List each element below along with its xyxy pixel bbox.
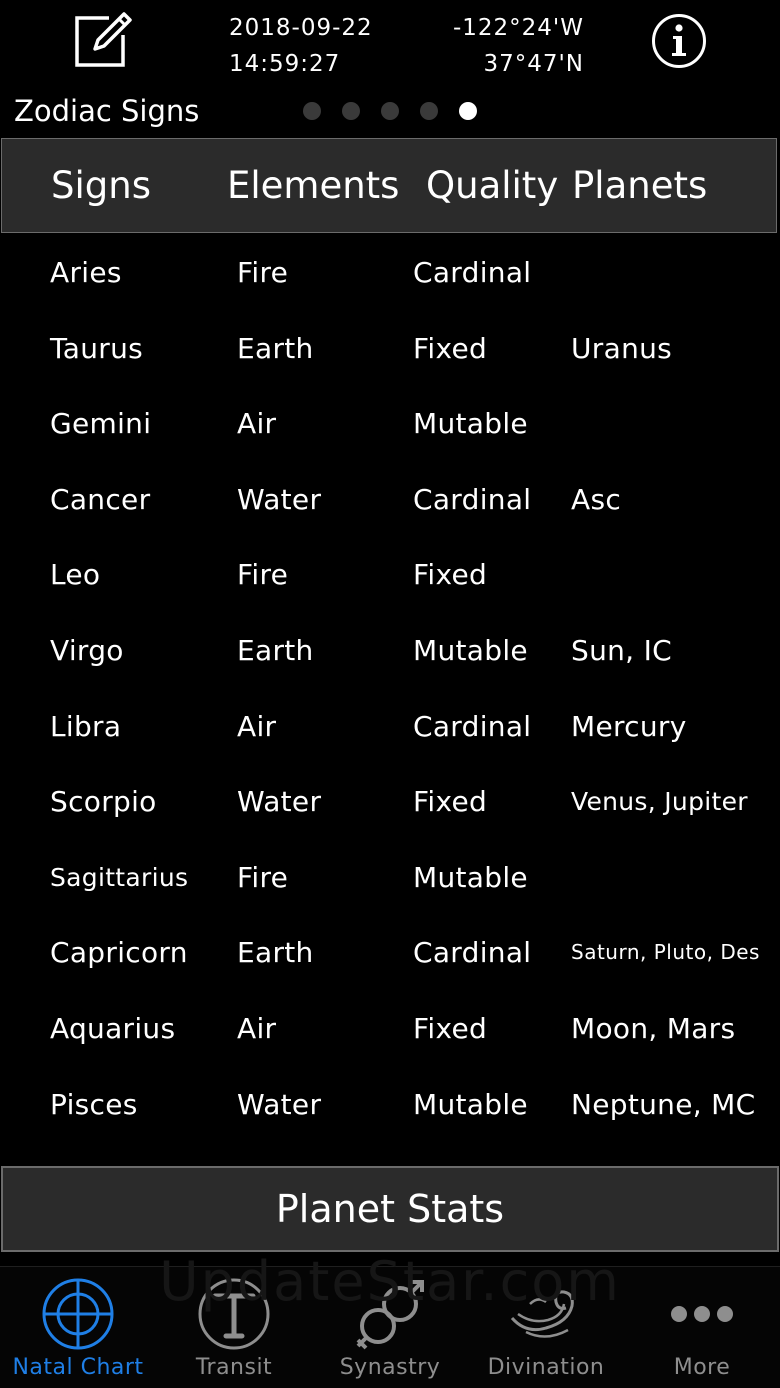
tab-synastry[interactable]: Synastry [312, 1267, 468, 1388]
tab-transit[interactable]: Transit [156, 1267, 312, 1388]
crosshair-icon [42, 1278, 114, 1350]
table-row[interactable]: Cancer Water Cardinal Asc [0, 462, 780, 538]
page-title: Zodiac Signs [14, 94, 200, 128]
table-row[interactable]: Sagittarius Fire Mutable [0, 840, 780, 916]
latitude-label: 37°47'N [483, 51, 584, 77]
table-row[interactable]: Aries Fire Cardinal [0, 235, 780, 311]
quality-cell: Mutable [413, 860, 528, 894]
tab-label: More [673, 1355, 731, 1380]
table-row[interactable]: Aquarius Air Fixed Moon, Mars [0, 991, 780, 1067]
quality-cell: Cardinal [413, 936, 532, 970]
planets-cell: Asc [571, 482, 622, 516]
edit-button[interactable] [70, 8, 134, 70]
quality-cell: Fixed [413, 331, 488, 365]
info-icon [652, 14, 706, 68]
date-time: 2018-09-22 14:59:27 [229, 10, 373, 82]
element-cell: Earth [237, 633, 314, 667]
divination-icon [510, 1290, 574, 1338]
element-cell: Water [237, 482, 322, 516]
date-label: 2018-09-22 [229, 15, 373, 41]
element-cell: Air [237, 709, 277, 743]
transit-icon [198, 1278, 270, 1350]
element-cell: Fire [237, 558, 289, 592]
quality-cell: Cardinal [413, 482, 532, 516]
planets-cell: Venus, Jupiter [571, 787, 748, 817]
column-header-signs[interactable]: Signs [51, 139, 151, 232]
planets-cell: Mercury [571, 709, 687, 743]
quality-cell: Mutable [413, 633, 528, 667]
table-row[interactable]: Leo Fire Fixed [0, 537, 780, 613]
sign-cell: Pisces [50, 1087, 138, 1121]
longitude-label: -122°24'W [452, 15, 584, 41]
table-row[interactable]: Virgo Earth Mutable Sun, IC [0, 613, 780, 689]
table-row[interactable]: Taurus Earth Fixed Uranus [0, 311, 780, 387]
quality-cell: Fixed [413, 558, 488, 592]
top-header: 2018-09-22 14:59:27 -122°24'W 37°47'N Zo… [0, 0, 780, 138]
more-dots-icon [671, 1306, 733, 1322]
quality-cell: Cardinal [413, 256, 532, 289]
tab-divination[interactable]: Divination [468, 1267, 624, 1388]
page-dot[interactable] [420, 102, 438, 120]
edit-icon [75, 12, 132, 67]
sign-cell: Cancer [50, 482, 151, 516]
table-row[interactable]: Libra Air Cardinal Mercury [0, 689, 780, 765]
quality-cell: Fixed [413, 1011, 488, 1045]
quality-cell: Fixed [413, 785, 488, 819]
tab-label: Natal Chart [12, 1355, 144, 1380]
element-cell: Water [237, 785, 322, 819]
quality-cell: Cardinal [413, 709, 532, 743]
element-cell: Earth [237, 331, 314, 365]
coordinates: -122°24'W 37°47'N [453, 10, 584, 82]
planets-cell: Neptune, MC [571, 1087, 756, 1121]
sign-cell: Leo [50, 558, 101, 592]
tab-label: Synastry [339, 1355, 441, 1380]
quality-cell: Mutable [413, 1087, 528, 1121]
element-cell: Earth [237, 936, 314, 970]
planets-cell: Uranus [571, 331, 673, 365]
sign-cell: Sagittarius [50, 862, 189, 892]
column-header-elements[interactable]: Elements [227, 139, 399, 232]
info-button[interactable] [651, 13, 707, 69]
sign-cell: Aries [50, 256, 122, 289]
column-header-quality[interactable]: Quality [426, 139, 558, 232]
tab-bar: Natal Chart Transit Synastry Divination … [0, 1266, 780, 1388]
page-dot[interactable] [381, 102, 399, 120]
tab-label: Transit [195, 1355, 273, 1380]
time-label: 14:59:27 [229, 51, 341, 77]
sign-cell: Libra [50, 709, 122, 743]
table-row[interactable]: Scorpio Water Fixed Venus, Jupiter [0, 764, 780, 840]
element-cell: Fire [237, 860, 289, 894]
zodiac-table: Aries Fire Cardinal Taurus Earth Fixed U… [0, 235, 780, 1142]
table-row[interactable]: Gemini Air Mutable [0, 386, 780, 462]
element-cell: Water [237, 1087, 322, 1121]
sign-cell: Aquarius [50, 1011, 176, 1045]
element-cell: Air [237, 407, 277, 441]
tab-more[interactable]: More [624, 1267, 780, 1388]
synastry-icon [356, 1280, 424, 1350]
tab-label: Divination [487, 1355, 605, 1380]
sign-cell: Gemini [50, 407, 152, 441]
sign-cell: Virgo [50, 633, 124, 667]
page-dot[interactable] [303, 102, 321, 120]
table-row[interactable]: Capricorn Earth Cardinal Saturn, Pluto, … [0, 915, 780, 991]
element-cell: Air [237, 1011, 277, 1045]
page-indicator[interactable] [303, 102, 477, 120]
table-row[interactable]: Pisces Water Mutable Neptune, MC [0, 1067, 780, 1143]
sign-cell: Taurus [50, 331, 144, 365]
column-header-planets[interactable]: Planets [572, 139, 707, 232]
planets-cell: Moon, Mars [571, 1011, 736, 1045]
sign-cell: Scorpio [50, 785, 157, 819]
table-header: Signs Elements Quality Planets [1, 138, 777, 233]
sign-cell: Capricorn [50, 936, 188, 970]
tab-natal-chart[interactable]: Natal Chart [0, 1267, 156, 1388]
page-dot-active[interactable] [459, 102, 477, 120]
element-cell: Fire [237, 256, 289, 289]
page-dot[interactable] [342, 102, 360, 120]
planet-stats-button[interactable]: Planet Stats [1, 1166, 779, 1252]
planets-cell: Saturn, Pluto, Des [571, 940, 760, 965]
quality-cell: Mutable [413, 407, 528, 441]
planets-cell: Sun, IC [571, 633, 672, 667]
